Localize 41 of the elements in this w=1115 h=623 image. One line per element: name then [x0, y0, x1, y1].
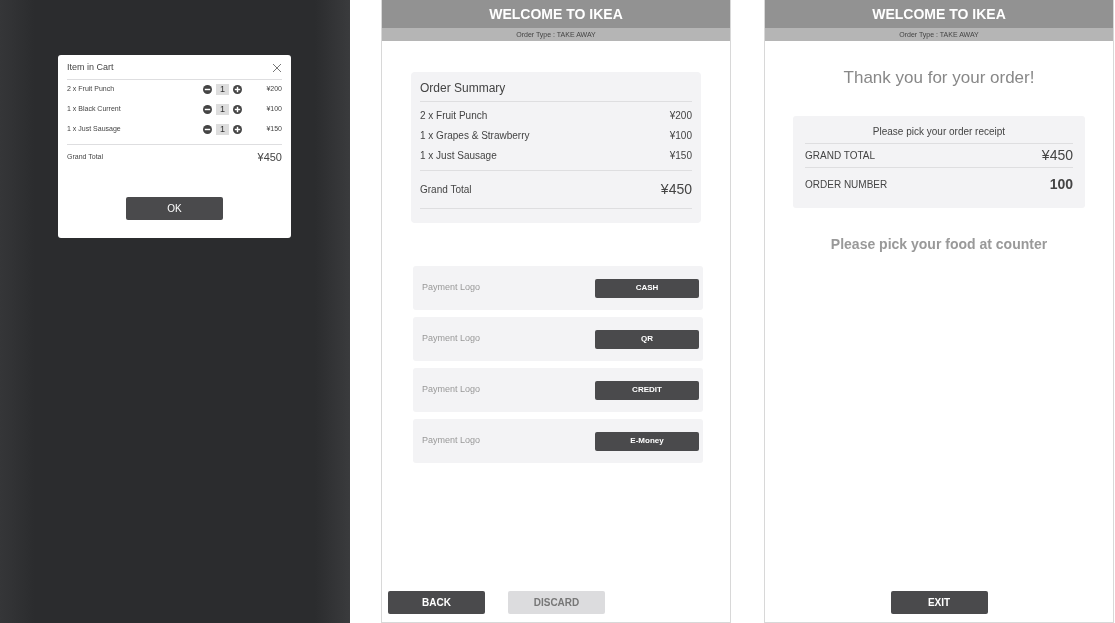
close-icon[interactable]: [272, 62, 282, 73]
plus-icon[interactable]: [233, 125, 242, 134]
plus-icon[interactable]: [233, 85, 242, 94]
plus-icon[interactable]: [233, 105, 242, 114]
item-name: 1 x Grapes & Strawberry: [420, 129, 530, 143]
exit-button[interactable]: EXIT: [890, 591, 988, 614]
app-header: WELCOME TO IKEA: [382, 0, 730, 28]
payment-logo-label: Payment Logo: [422, 281, 481, 295]
ok-button[interactable]: OK: [126, 197, 223, 220]
grand-total-value: ¥450: [257, 149, 282, 165]
item-price: ¥100: [669, 129, 692, 143]
payment-logo-label: Payment Logo: [422, 383, 481, 397]
pickup-note: Please pick your food at counter: [829, 234, 1049, 254]
minus-icon[interactable]: [203, 105, 212, 114]
receipt-note: Please pick your order receipt: [805, 123, 1073, 144]
grand-total-label: Grand Total: [420, 183, 472, 197]
receipt-value: ¥450: [1041, 145, 1073, 165]
app-header: WELCOME TO IKEA: [765, 0, 1113, 28]
payment-logo-label: Payment Logo: [422, 434, 481, 448]
payment-logo-label: Payment Logo: [422, 332, 481, 346]
summary-title: Order Summary: [420, 79, 692, 102]
minus-icon[interactable]: [203, 125, 212, 134]
payment-method-button[interactable]: CREDIT: [595, 380, 699, 400]
item-price: ¥150: [669, 149, 692, 163]
back-button[interactable]: BACK: [388, 591, 485, 614]
item-name: 2 x Fruit Punch: [420, 109, 488, 123]
item-name: 1 x Just Sausage: [420, 149, 497, 163]
payment-method-button[interactable]: CASH: [595, 278, 699, 298]
minus-icon[interactable]: [203, 85, 212, 94]
payment-method-button[interactable]: E-Money: [595, 431, 699, 451]
item-price: ¥200: [669, 109, 692, 123]
thank-you-heading: Thank you for your order!: [842, 67, 1036, 89]
quantity-field[interactable]: 1: [216, 84, 229, 95]
quantity-field[interactable]: 1: [216, 124, 229, 135]
quantity-field[interactable]: 1: [216, 104, 229, 115]
receipt-value: 100: [1049, 175, 1073, 194]
grand-total-value: ¥450: [660, 180, 692, 199]
payment-method-button[interactable]: QR: [595, 329, 699, 349]
receipt-label: ORDER NUMBER: [805, 178, 888, 192]
receipt-label: GRAND TOTAL: [805, 148, 875, 163]
dialog-title: Item in Cart: [67, 61, 114, 74]
